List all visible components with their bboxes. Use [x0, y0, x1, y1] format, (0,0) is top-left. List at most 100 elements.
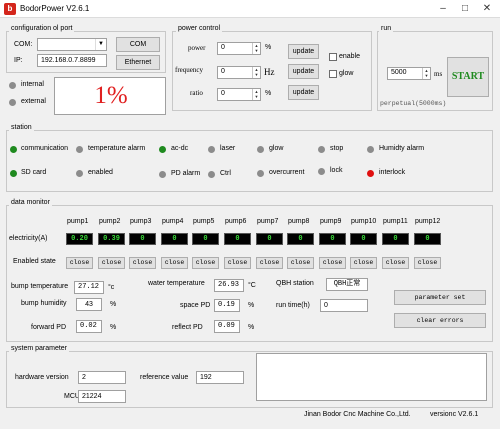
humidity-alarm-indicator	[367, 146, 374, 153]
frequency-update-button[interactable]: update	[288, 64, 319, 79]
enable-label: enable	[339, 53, 361, 60]
spin-arrows-icon[interactable]: ▲ ▼	[422, 68, 430, 79]
glow-status-label: glow	[269, 145, 284, 152]
pump-close-button[interactable]: close	[287, 257, 314, 269]
bump-temperature-label: bump temperature	[11, 283, 69, 290]
pump-electricity-value: 0	[256, 233, 283, 245]
power-percent-value: 1%	[94, 82, 128, 109]
qbh-station-field: QBH正常	[326, 278, 368, 291]
power-control-title: power control	[176, 25, 223, 32]
pump-close-button[interactable]: close	[319, 257, 346, 269]
pump-close-button[interactable]: close	[98, 257, 125, 269]
com-button[interactable]: COM	[116, 37, 160, 52]
pump-electricity-value: 0	[192, 233, 219, 245]
glow-checkbox[interactable]	[329, 70, 337, 78]
pump-label: pump9	[320, 218, 342, 225]
power-update-button[interactable]: update	[288, 44, 319, 59]
space-pd-unit: %	[248, 302, 255, 309]
frequency-spinbox[interactable]: 0 ▲ ▼	[217, 66, 261, 79]
spin-arrows-icon[interactable]: ▲ ▼	[252, 89, 260, 100]
clear-errors-button[interactable]: clear errors	[394, 313, 486, 328]
temperature-alarm-indicator	[76, 146, 83, 153]
communication-label: communication	[21, 145, 69, 152]
ctrl-label: Ctrl	[220, 170, 231, 177]
frequency-unit: Hz	[264, 67, 275, 77]
com-label: COM:	[14, 41, 33, 48]
frequency-label: frequency	[175, 66, 203, 74]
enabled-label: enabled	[88, 169, 113, 176]
reference-value-label: reference value	[140, 374, 189, 381]
system-parameter-title: system parameter	[9, 345, 70, 352]
minimize-icon[interactable]: –	[436, 2, 450, 16]
mcu-field: 21224	[78, 390, 126, 403]
ip-label: IP:	[14, 57, 23, 64]
sd-card-label: SD card	[21, 169, 47, 176]
pump-close-button[interactable]: close	[161, 257, 188, 269]
water-temperature-field: 26.93	[214, 279, 244, 292]
enabled-indicator	[76, 170, 83, 177]
spin-arrows-icon[interactable]: ▲ ▼	[252, 43, 260, 54]
pump-close-button[interactable]: close	[129, 257, 156, 269]
pump-close-button[interactable]: close	[382, 257, 409, 269]
ip-field[interactable]: 192.168.0.7.8899	[37, 54, 107, 67]
stop-label: stop	[330, 145, 344, 152]
internal-label: internal	[21, 81, 44, 88]
spin-arrows-icon[interactable]: ▲ ▼	[252, 67, 260, 78]
ac-dc-indicator	[159, 146, 166, 153]
pump-label: pump6	[225, 218, 247, 225]
chevron-down-icon[interactable]: ▼	[95, 39, 106, 50]
pump-label: pump4	[162, 218, 184, 225]
ethernet-button[interactable]: Ethernet	[116, 55, 160, 70]
pump-label: pump8	[288, 218, 310, 225]
glow-indicator	[257, 146, 264, 153]
hardware-version-field: 2	[78, 371, 126, 384]
run-time-field: 0	[320, 299, 368, 312]
window-title: BodorPower V2.6.1	[20, 4, 90, 13]
run-interval-spinbox[interactable]: 5000 ▲ ▼	[387, 67, 431, 80]
sd-card-indicator	[10, 170, 17, 177]
ratio-spinbox[interactable]: 0 ▲ ▼	[217, 88, 261, 101]
laser-indicator	[208, 146, 215, 153]
pump-electricity-value: 0	[161, 233, 188, 245]
overcurrent-indicator	[257, 170, 264, 177]
pd-alarm-label: PD alarm	[171, 170, 201, 177]
temperature-alarm-label: temperature alarm	[88, 145, 146, 152]
run-interval-unit: ms	[434, 70, 443, 78]
station-group	[6, 130, 493, 192]
pump-close-button[interactable]: close	[256, 257, 283, 269]
pump-close-button[interactable]: close	[224, 257, 251, 269]
close-icon[interactable]: ✕	[480, 2, 494, 16]
external-label: external	[21, 98, 46, 105]
config-port-title: configuration ol port	[9, 25, 75, 32]
pump-electricity-value: 0	[129, 233, 156, 245]
enabled-state-label: Enabled state	[13, 258, 56, 265]
pump-close-button[interactable]: close	[414, 257, 441, 269]
bump-temperature-field: 27.12	[74, 281, 104, 294]
pump-label: pump1	[67, 218, 89, 225]
ratio-update-button[interactable]: update	[288, 85, 319, 100]
pump-close-button[interactable]: close	[192, 257, 219, 269]
power-spinbox[interactable]: 0 ▲ ▼	[217, 42, 261, 55]
pump-label: pump7	[257, 218, 279, 225]
parameter-set-button[interactable]: parameter set	[394, 290, 486, 305]
ctrl-indicator	[208, 171, 215, 178]
pump-electricity-value: 0.39	[98, 233, 125, 245]
maximize-icon[interactable]: □	[458, 2, 472, 16]
ac-dc-label: ac-dc	[171, 145, 189, 152]
ratio-unit: %	[265, 90, 272, 97]
pump-label: pump3	[130, 218, 152, 225]
start-button[interactable]: START	[447, 57, 489, 97]
pump-label: pump10	[351, 218, 377, 225]
pump-electricity-value: 0.20	[66, 233, 93, 245]
log-textarea[interactable]	[256, 353, 487, 401]
run-time-label: run time(h)	[276, 302, 310, 309]
enable-checkbox[interactable]	[329, 53, 337, 61]
bump-humidity-unit: %	[110, 301, 117, 308]
pump-label: pump11	[383, 218, 408, 225]
pump-close-button[interactable]: close	[350, 257, 377, 269]
power-percent-display: 1%	[54, 77, 166, 115]
pump-close-button[interactable]: close	[66, 257, 93, 269]
space-pd-field: 0.19	[214, 299, 240, 312]
com-select[interactable]: ▼	[37, 38, 107, 51]
reflect-pd-label: reflect PD	[172, 324, 203, 331]
